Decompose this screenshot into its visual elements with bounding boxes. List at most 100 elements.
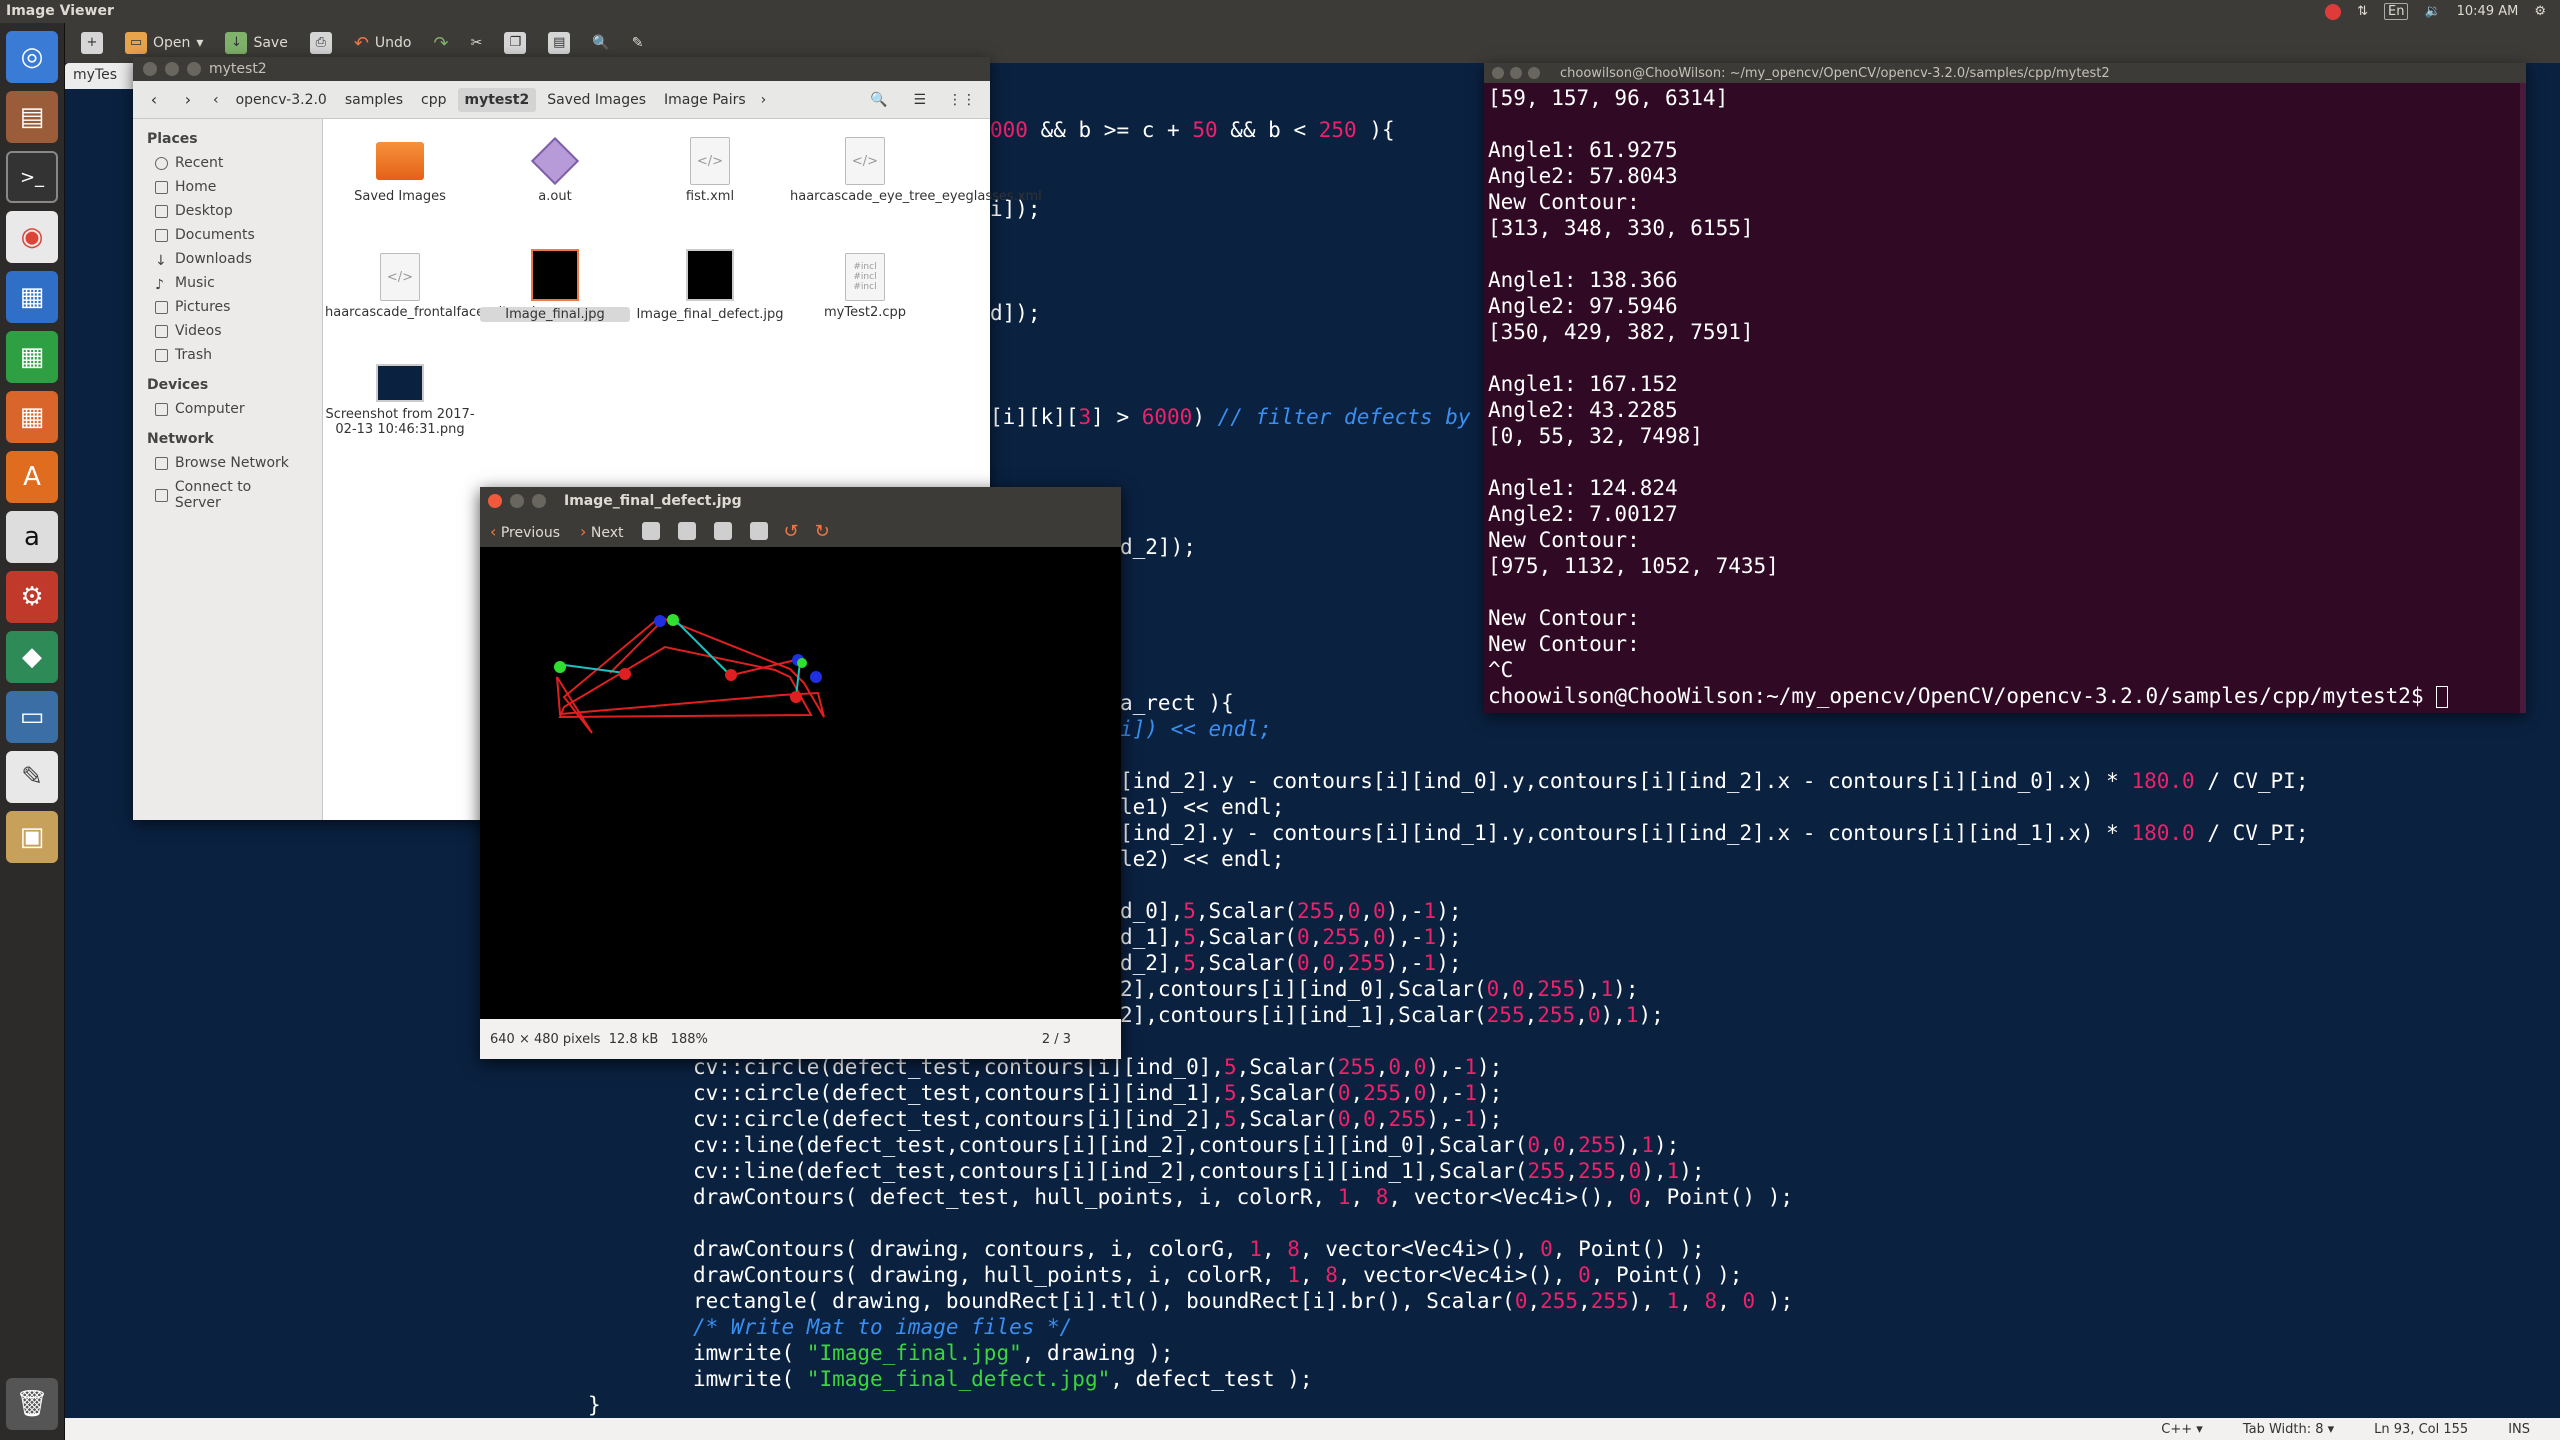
sidebar-item-browse-network[interactable]: Browse Network (133, 451, 322, 475)
breadcrumb-samples[interactable]: samples (338, 88, 410, 112)
sidebar-item-documents[interactable]: Documents (133, 223, 322, 247)
drive-icon[interactable]: ▭ (6, 691, 58, 743)
save-label: Save (253, 35, 288, 51)
dash-home-icon[interactable]: ◎ (6, 31, 58, 83)
chrome-icon[interactable]: ◉ (6, 211, 58, 263)
file-item[interactable]: </> fist.xml (635, 137, 785, 204)
clock[interactable]: 10:49 AM (2457, 4, 2519, 19)
android-studio-icon[interactable]: ◆ (6, 631, 58, 683)
image-viewer-icon[interactable]: ▣ (6, 811, 58, 863)
terminal-output[interactable]: [59, 157, 96, 6314] Angle1: 61.9275 Angle… (1484, 83, 2526, 709)
terminal-scrollbar[interactable] (2520, 83, 2526, 713)
sidebar-item-trash[interactable]: Trash (133, 343, 322, 367)
keyboard-indicator[interactable]: En (2383, 3, 2409, 20)
sidebar-item-recent[interactable]: Recent (133, 151, 322, 175)
zoom-fit-icon[interactable] (749, 522, 768, 540)
paste-button[interactable]: ▤ (542, 32, 576, 54)
save-button[interactable]: ↓ Save (219, 32, 293, 54)
code-line: cv::circle(defect_test,contours[i][ind_1… (693, 1081, 1503, 1105)
file-item[interactable]: Screenshot from 2017-02-13 10:46:31.png (325, 363, 475, 437)
file-item[interactable]: </> haarcascade_frontalface_alt.xml (325, 253, 535, 320)
breadcrumb-opencv[interactable]: opencv-3.2.0 (229, 88, 334, 112)
files-icon[interactable]: ▤ (6, 91, 58, 143)
breadcrumb-saved-images[interactable]: Saved Images (540, 88, 653, 112)
zoom-in-icon[interactable] (641, 522, 660, 540)
grid-view-icon[interactable]: ⋮⋮ (940, 92, 984, 108)
terminal-icon[interactable]: >_ (6, 151, 58, 203)
settings-icon[interactable]: ⚙ (6, 571, 58, 623)
zoom-out-icon[interactable] (677, 522, 696, 540)
chevron-right-icon: › (580, 521, 587, 541)
maximize-icon[interactable] (187, 62, 201, 76)
writer-icon[interactable]: ▦ (6, 271, 58, 323)
impress-icon[interactable]: ▦ (6, 391, 58, 443)
terminal-window[interactable]: choowilson@ChooWilson: ~/my_opencv/OpenC… (1484, 63, 2526, 713)
volume-icon[interactable]: 🔉 (2424, 4, 2440, 19)
find-button[interactable]: 🔍 (586, 35, 615, 51)
minimize-icon[interactable] (1510, 67, 1522, 79)
rotate-left-icon[interactable]: ↺ (784, 521, 799, 542)
replace-button[interactable]: ✎ (626, 35, 650, 51)
sidebar-item-music[interactable]: ♪ Music (133, 271, 322, 295)
previous-button[interactable]: ‹ Previous (490, 522, 560, 541)
undo-button[interactable]: ↶ Undo (348, 33, 418, 54)
gear-icon[interactable]: ⚙ (2534, 4, 2546, 19)
close-icon[interactable] (1492, 67, 1504, 79)
transfer-icon[interactable]: ⇅ (2357, 4, 2368, 19)
sidebar-item-downloads[interactable]: ↓ Downloads (133, 247, 322, 271)
minimize-icon[interactable] (510, 494, 524, 508)
network-disabled-icon[interactable] (2325, 3, 2342, 20)
close-icon[interactable] (488, 494, 502, 508)
launcher: ◎ ▤ >_ ◉ ▦ ▦ ▦ A a ⚙ ◆ ▭ ✎ ▣ 🗑 (0, 23, 65, 1440)
sidebar-item-computer[interactable]: Computer (133, 397, 322, 421)
sidebar-item-videos[interactable]: Videos (133, 319, 322, 343)
breadcrumb-left-icon[interactable]: ‹ (207, 92, 225, 108)
new-button[interactable]: + (75, 32, 109, 54)
search-icon[interactable]: 🔍 (858, 92, 899, 108)
sidebar-item-pictures[interactable]: Pictures (133, 295, 322, 319)
chevron-down-icon[interactable]: ▾ (196, 35, 203, 51)
software-center-icon[interactable]: A (6, 451, 58, 503)
maximize-icon[interactable] (532, 494, 546, 508)
file-manager-titlebar[interactable]: mytest2 (133, 57, 990, 81)
minimize-icon[interactable] (165, 62, 179, 76)
copy-button[interactable]: ❐ (498, 32, 532, 54)
image-canvas[interactable] (480, 547, 1121, 1019)
code-line: imwrite( "Image_final.jpg", drawing ); (693, 1341, 1174, 1365)
print-button[interactable]: ⎙ (304, 32, 338, 54)
sidebar-item-connect-server[interactable]: Connect to Server (133, 475, 322, 515)
close-icon[interactable] (143, 62, 157, 76)
code-line: drawContours( drawing, contours, i, colo… (693, 1237, 1705, 1261)
forward-button[interactable]: › (173, 86, 203, 114)
breadcrumb-cpp[interactable]: cpp (414, 88, 453, 112)
list-view-icon[interactable]: ☰ (903, 92, 936, 108)
terminal-titlebar[interactable]: choowilson@ChooWilson: ~/my_opencv/OpenC… (1484, 63, 2526, 83)
breadcrumb-mytest2[interactable]: mytest2 (457, 87, 537, 112)
tab-width-selector[interactable]: Tab Width: 8 ▾ (2243, 1422, 2334, 1437)
code-line: /* Write Mat to image files */ (693, 1315, 1073, 1339)
next-button[interactable]: › Next (580, 522, 623, 541)
sidebar-item-home[interactable]: Home (133, 175, 322, 199)
rotate-right-icon[interactable]: ↻ (815, 521, 830, 542)
amazon-icon[interactable]: a (6, 511, 58, 563)
image-viewer-titlebar[interactable]: Image_final_defect.jpg (480, 487, 1121, 515)
calc-icon[interactable]: ▦ (6, 331, 58, 383)
file-item[interactable]: </> haarcascade_eye_tree_eyeglasses.xml (790, 137, 1042, 204)
file-item[interactable]: Saved Images (325, 137, 475, 204)
open-button[interactable]: ▭ Open ▾ (119, 32, 209, 54)
zoom-normal-icon[interactable] (713, 522, 732, 540)
cut-button[interactable]: ✂ (465, 35, 489, 51)
back-button[interactable]: ‹ (139, 86, 169, 114)
breadcrumb-right-icon[interactable]: › (757, 92, 771, 108)
file-item[interactable]: a.out (480, 136, 630, 204)
sidebar-item-desktop[interactable]: Desktop (133, 199, 322, 223)
file-item[interactable]: #incl #incl #incl myTest2.cpp (790, 253, 940, 320)
breadcrumb-image-pairs[interactable]: Image Pairs (657, 88, 753, 112)
file-item[interactable]: Image_final_defect.jpg (635, 247, 785, 322)
trash-icon[interactable]: 🗑 (6, 1378, 58, 1430)
text-editor-icon[interactable]: ✎ (6, 751, 58, 803)
file-item[interactable]: Image_final.jpg (480, 247, 630, 322)
language-selector[interactable]: C++ ▾ (2161, 1422, 2203, 1437)
redo-button[interactable]: ↷ (427, 33, 454, 54)
maximize-icon[interactable] (1528, 67, 1540, 79)
